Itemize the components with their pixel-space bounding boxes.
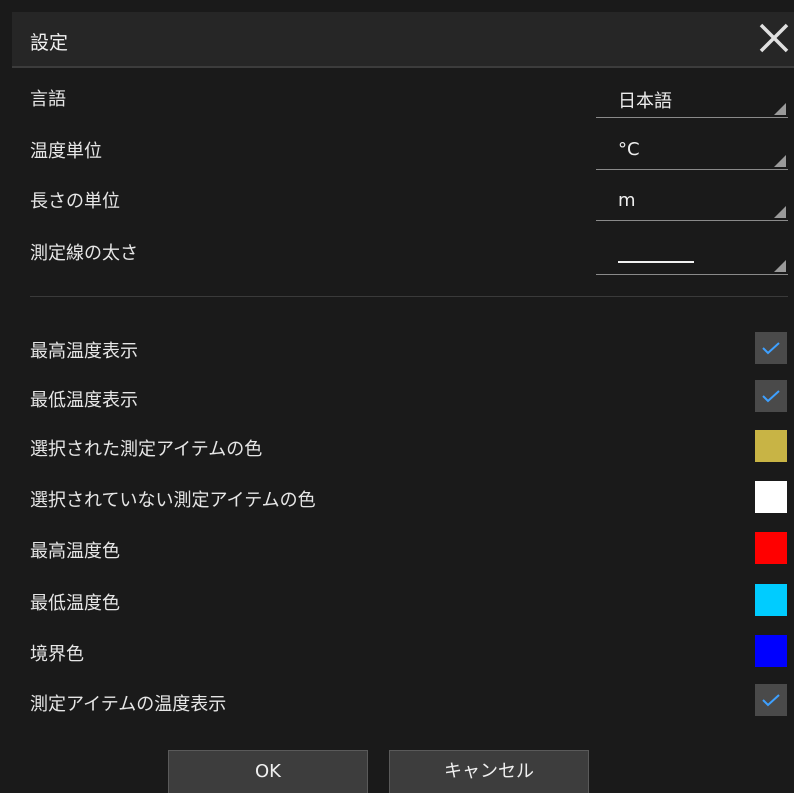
length-unit-label: 長さの単位: [30, 191, 120, 212]
temperature-unit-value: °C: [618, 139, 640, 160]
dropdown-arrow-icon: [774, 155, 786, 167]
selected-item-color-swatch[interactable]: [755, 430, 787, 462]
show-item-temp-checkbox[interactable]: [755, 684, 787, 716]
boundary-color-swatch[interactable]: [755, 635, 787, 667]
temperature-unit-dropdown[interactable]: °C: [596, 137, 788, 170]
length-unit-dropdown[interactable]: m: [596, 188, 788, 221]
max-temp-color-swatch[interactable]: [755, 532, 787, 564]
settings-dialog: 設定 言語 日本語 温度単位 °C 長さの単位 m 測定線の太さ 最高温度表示 …: [0, 0, 794, 793]
min-temp-color-label: 最低温度色: [30, 593, 120, 614]
language-dropdown[interactable]: 日本語: [596, 85, 788, 118]
cancel-button[interactable]: キャンセル: [389, 750, 589, 793]
show-item-temp-label: 測定アイテムの温度表示: [30, 694, 227, 715]
language-value: 日本語: [618, 91, 672, 112]
unselected-item-color-swatch[interactable]: [755, 481, 787, 513]
min-temp-color-swatch[interactable]: [755, 584, 787, 616]
show-min-temp-checkbox[interactable]: [755, 380, 787, 412]
show-max-temp-label: 最高温度表示: [30, 341, 138, 362]
line-thickness-label: 測定線の太さ: [30, 243, 138, 264]
selected-item-color-label: 選択された測定アイテムの色: [30, 439, 263, 460]
show-max-temp-checkbox[interactable]: [755, 332, 787, 364]
checkmark-icon: [762, 342, 780, 355]
max-temp-color-label: 最高温度色: [30, 541, 120, 562]
show-min-temp-label: 最低温度表示: [30, 390, 138, 411]
dropdown-arrow-icon: [774, 103, 786, 115]
dialog-title: 設定: [30, 32, 69, 54]
dialog-title-bar: 設定: [12, 12, 794, 68]
dropdown-arrow-icon: [774, 206, 786, 218]
close-icon[interactable]: [752, 16, 794, 60]
unselected-item-color-label: 選択されていない測定アイテムの色: [30, 490, 316, 511]
length-unit-value: m: [618, 190, 636, 211]
boundary-color-label: 境界色: [30, 644, 84, 665]
checkmark-icon: [762, 390, 780, 403]
checkmark-icon: [762, 694, 780, 707]
line-thickness-preview: [618, 261, 694, 263]
section-divider: [30, 296, 788, 297]
ok-button[interactable]: OK: [168, 750, 368, 793]
line-thickness-dropdown[interactable]: [596, 242, 788, 275]
temperature-unit-label: 温度単位: [30, 141, 102, 162]
dropdown-arrow-icon: [774, 260, 786, 272]
language-label: 言語: [30, 89, 66, 110]
